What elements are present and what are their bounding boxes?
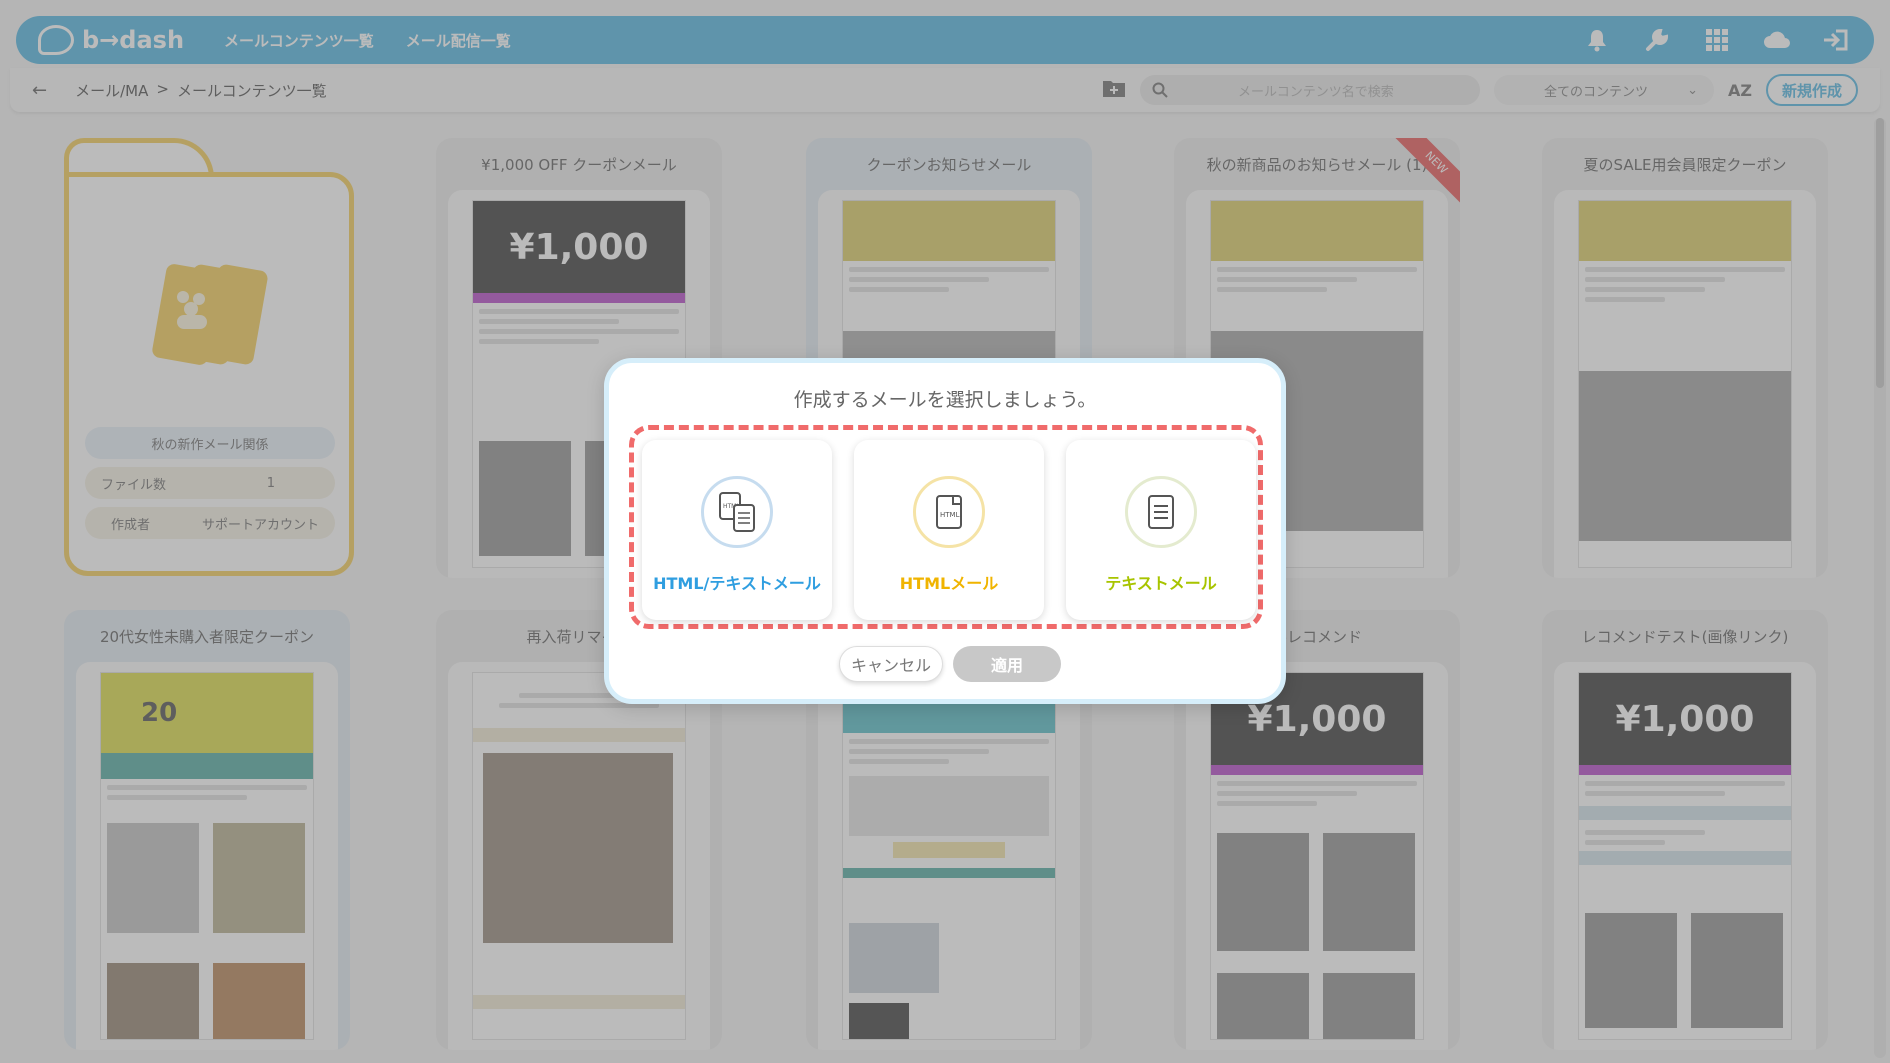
- cancel-button[interactable]: キャンセル: [839, 646, 943, 682]
- mail-type-dialog: 作成するメールを選択しましょう。 HTML HTML/テキストメール HTML …: [604, 358, 1286, 704]
- option-text-mail[interactable]: テキストメール: [1066, 440, 1256, 620]
- option-html-mail[interactable]: HTML HTMLメール: [854, 440, 1044, 620]
- option-html-text-mail[interactable]: HTML HTML/テキストメール: [642, 440, 832, 620]
- dialog-title: 作成するメールを選択しましょう。: [793, 389, 1097, 411]
- apply-button[interactable]: 適用: [953, 646, 1061, 682]
- svg-text:HTML: HTML: [940, 511, 960, 519]
- html-mail-icon: HTML: [913, 476, 985, 548]
- options-highlight-frame: HTML HTML/テキストメール HTML HTMLメール テキストメール: [629, 425, 1263, 629]
- html-text-mail-icon: HTML: [701, 476, 773, 548]
- option-label: HTMLメール: [899, 574, 999, 593]
- option-label: テキストメール: [1105, 574, 1217, 593]
- option-label: HTML/テキストメール: [653, 574, 821, 593]
- text-mail-icon: [1125, 476, 1197, 548]
